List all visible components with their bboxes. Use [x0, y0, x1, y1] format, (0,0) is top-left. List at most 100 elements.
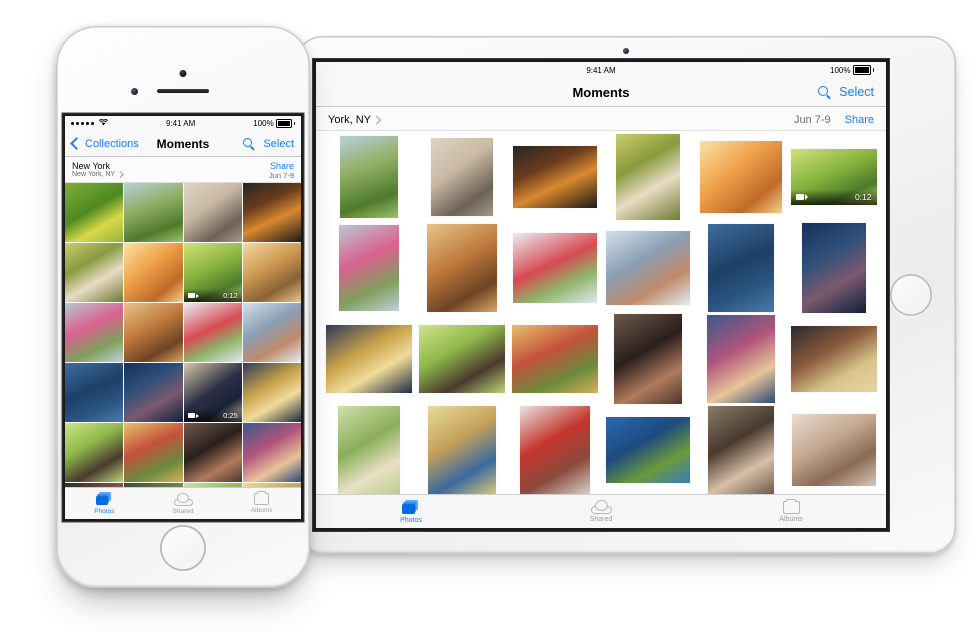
iphone-tab-bar: Photos Shared Albums	[65, 487, 301, 519]
photo-thumbnail[interactable]	[325, 324, 412, 393]
iphone-moment-date: Jun 7-9	[268, 171, 294, 180]
photo-cell	[508, 404, 601, 495]
ipad-status-time: 9:41 AM	[586, 65, 616, 75]
photo-thumbnail[interactable]	[65, 183, 124, 242]
albums-icon	[782, 498, 800, 514]
photo-thumbnail[interactable]	[699, 140, 782, 213]
search-icon[interactable]	[243, 137, 255, 150]
photo-thumbnail[interactable]	[427, 405, 496, 494]
iphone-tab-photos[interactable]: Photos	[65, 492, 144, 515]
photo-thumbnail[interactable]	[242, 183, 301, 242]
photo-thumbnail[interactable]	[707, 223, 774, 312]
video-duration-text: 0:25	[223, 411, 238, 420]
photo-thumbnail[interactable]	[706, 314, 775, 403]
photo-thumbnail[interactable]	[339, 135, 398, 218]
ipad-moment-date: Jun 7-9	[793, 114, 831, 126]
photo-thumbnail[interactable]	[242, 303, 301, 362]
photo-thumbnail[interactable]	[242, 423, 301, 482]
iphone-photo-grid: 0:12 0:25	[65, 183, 301, 519]
photo-thumbnail[interactable]: 0:12	[183, 243, 242, 302]
photo-thumbnail[interactable]	[65, 243, 124, 302]
battery-cap-icon	[872, 68, 874, 72]
photo-thumbnail[interactable]	[124, 183, 183, 242]
photo-thumbnail[interactable]	[124, 363, 183, 422]
photo-thumbnail[interactable]	[426, 223, 497, 312]
iphone-moment-location[interactable]: New York, NY	[72, 171, 124, 178]
photo-cell	[322, 222, 415, 313]
iphone-home-button[interactable]	[160, 525, 206, 571]
photo-thumbnail[interactable]	[430, 137, 493, 216]
photo-thumbnail[interactable]	[791, 413, 876, 486]
iphone-tab-albums[interactable]: Albums	[222, 491, 301, 514]
photo-thumbnail[interactable]	[605, 230, 690, 305]
photo-cell	[787, 222, 880, 313]
photo-thumbnail[interactable]	[605, 416, 690, 483]
photo-thumbnail[interactable]	[242, 363, 301, 422]
iphone-tab-photos-label: Photos	[94, 508, 115, 515]
ipad-screen: 9:41 AM 100% Moments Select York, NY Jun…	[316, 62, 886, 528]
photo-cell	[601, 222, 694, 313]
chevron-right-icon	[117, 171, 124, 178]
photo-thumbnail[interactable]	[338, 224, 399, 311]
photo-thumbnail[interactable]	[124, 243, 183, 302]
photo-thumbnail[interactable]	[512, 145, 597, 208]
cloud-icon	[590, 500, 612, 514]
battery-cap-icon	[293, 121, 295, 126]
photo-thumbnail[interactable]	[418, 324, 505, 393]
iphone-status-bar: 9:41 AM 100%	[65, 116, 301, 131]
photo-thumbnail[interactable]	[183, 423, 242, 482]
photo-thumbnail[interactable]	[790, 325, 877, 392]
photo-thumbnail[interactable]	[519, 405, 590, 494]
ipad-moment-location[interactable]: York, NY	[328, 114, 381, 126]
photos-icon	[95, 492, 113, 506]
iphone-battery-indicator: 100%	[253, 119, 295, 128]
ipad-select-button[interactable]: Select	[839, 85, 874, 99]
ipad-nav-bar: Moments Select	[316, 78, 886, 107]
ipad-battery-percent: 100%	[830, 65, 851, 75]
photo-thumbnail[interactable]	[337, 405, 400, 494]
photo-thumbnail[interactable]: 0:12	[790, 148, 877, 205]
photo-thumbnail[interactable]	[512, 232, 597, 303]
photo-thumbnail[interactable]	[124, 303, 183, 362]
ipad-share-button[interactable]: Share	[845, 114, 874, 126]
video-camera-icon	[187, 293, 199, 298]
iphone-share-button[interactable]: Share	[270, 161, 294, 171]
ipad-tab-albums[interactable]: Albums	[696, 498, 886, 523]
video-duration-text: 0:12	[854, 192, 872, 202]
iphone-tab-shared[interactable]: Shared	[144, 492, 223, 515]
photo-thumbnail[interactable]	[65, 363, 124, 422]
photo-thumbnail[interactable]	[613, 313, 682, 404]
photo-thumbnail[interactable]	[65, 303, 124, 362]
photo-thumbnail[interactable]	[183, 303, 242, 362]
iphone-nav-bar: Moments Collections Select	[65, 131, 301, 157]
ipad-tab-photos-label: Photos	[400, 516, 422, 524]
photo-cell	[322, 404, 415, 495]
iphone-select-button[interactable]: Select	[263, 138, 294, 150]
iphone-tab-albums-label: Albums	[250, 507, 273, 514]
ipad-tab-shared-label: Shared	[589, 516, 613, 523]
iphone-back-button[interactable]: Collections	[70, 137, 139, 150]
ipad-tab-photos[interactable]: Photos	[316, 499, 506, 524]
photo-thumbnail[interactable]	[707, 405, 774, 494]
ipad-home-button[interactable]	[890, 274, 932, 316]
photo-thumbnail[interactable]	[124, 423, 183, 482]
ipad-device: 9:41 AM 100% Moments Select York, NY Jun…	[296, 36, 956, 554]
ipad-tab-shared[interactable]: Shared	[506, 500, 696, 523]
photo-thumbnail[interactable]	[801, 222, 866, 313]
photo-thumbnail[interactable]	[615, 133, 680, 220]
photo-thumbnail[interactable]: 0:25	[183, 363, 242, 422]
video-camera-icon	[795, 194, 808, 200]
cloud-icon	[173, 492, 193, 506]
photo-thumbnail[interactable]	[511, 324, 598, 393]
search-icon[interactable]	[818, 85, 832, 99]
photo-cell	[601, 404, 694, 495]
albums-icon	[254, 491, 270, 505]
iphone-signal-dots	[71, 118, 109, 128]
photo-thumbnail[interactable]	[242, 243, 301, 302]
photo-thumbnail[interactable]	[183, 183, 242, 242]
photo-thumbnail[interactable]	[65, 423, 124, 482]
video-duration-badge: 0:25	[183, 409, 242, 422]
iphone-earpiece-speaker	[157, 89, 209, 93]
iphone-status-time: 9:41 AM	[165, 119, 196, 128]
photo-cell	[694, 404, 787, 495]
